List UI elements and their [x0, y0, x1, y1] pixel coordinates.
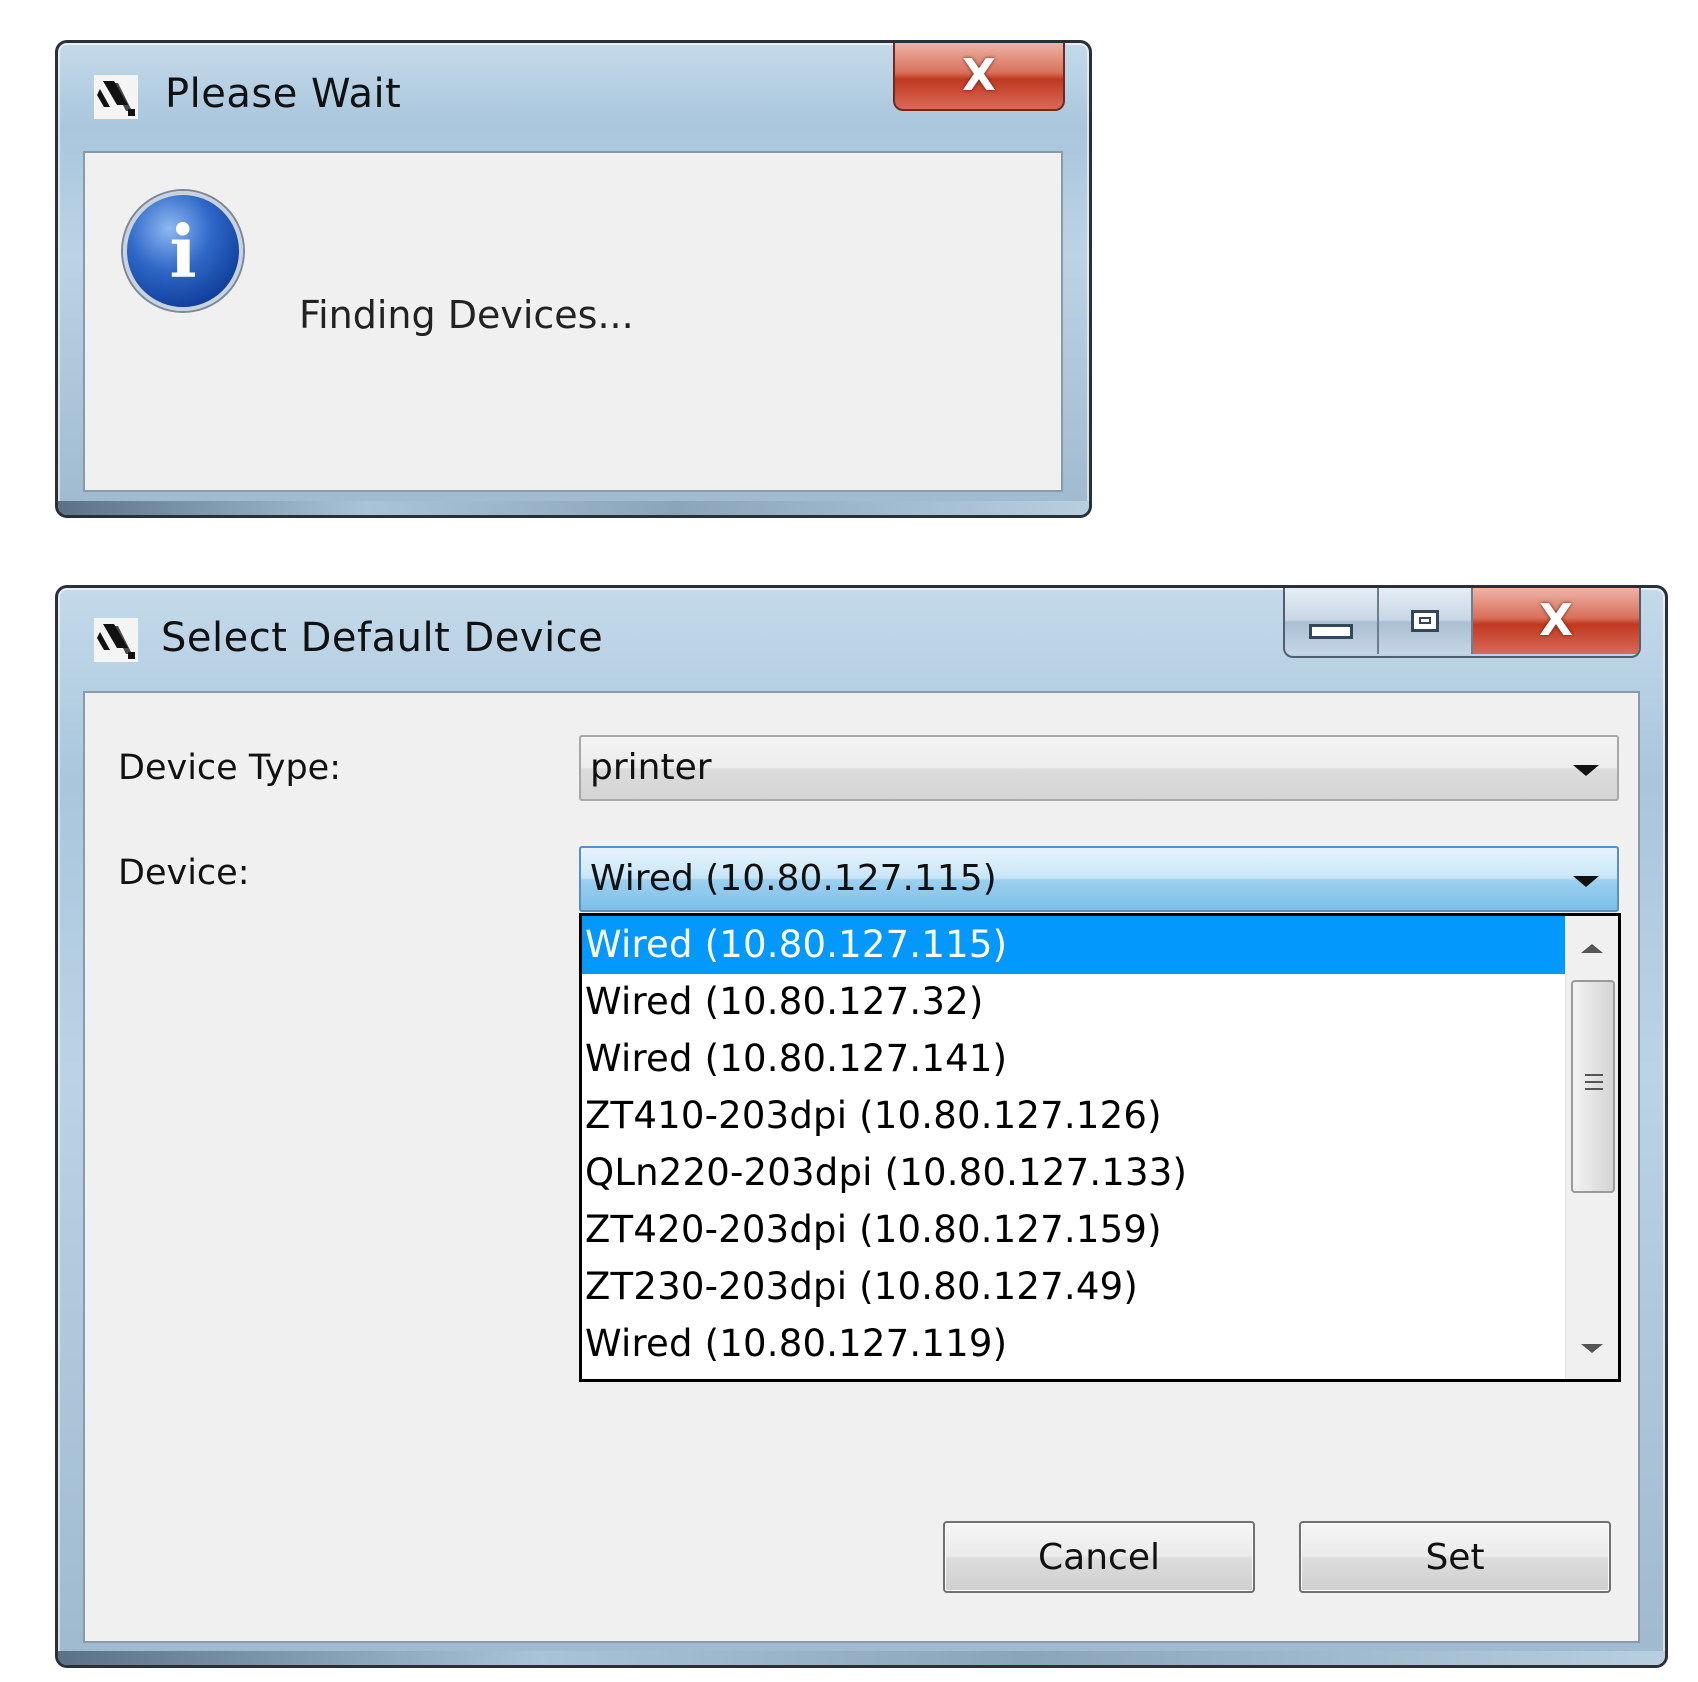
caption-buttons: X	[1283, 588, 1641, 658]
title-bar[interactable]: Please Wait X	[58, 43, 1089, 143]
maximize-icon	[1411, 610, 1439, 632]
device-type-value: printer	[590, 747, 712, 788]
close-button[interactable]: X	[893, 43, 1065, 111]
list-item[interactable]: Wired (10.80.127.32)	[582, 973, 1565, 1031]
device-label: Device:	[118, 853, 250, 893]
set-button[interactable]: Set	[1299, 1521, 1611, 1593]
chevron-down-icon[interactable]	[1573, 876, 1599, 887]
info-icon: i	[123, 191, 243, 311]
vertical-scrollbar[interactable]	[1565, 916, 1618, 1379]
select-default-device-dialog: Select Default Device X Device Type: pri…	[55, 585, 1668, 1668]
cancel-button[interactable]: Cancel	[943, 1521, 1255, 1593]
device-type-label: Device Type:	[118, 748, 342, 788]
grip-icon	[1585, 1074, 1603, 1095]
list-item[interactable]: ZT230-203dpi (10.80.127.49)	[582, 1258, 1565, 1316]
list-item[interactable]: QLn220-203dpi (10.80.127.133)	[582, 1144, 1565, 1202]
title-bar[interactable]: Select Default Device X	[58, 588, 1665, 688]
device-type-select[interactable]: printer	[579, 735, 1619, 801]
list-item[interactable]: ZT410-203dpi (10.80.127.126)	[582, 1087, 1565, 1145]
dialog-body: Device Type: printer Device: Wired (10.8…	[83, 691, 1640, 1643]
list-item[interactable]: Wired (10.80.127.115)	[582, 916, 1565, 974]
scroll-down-icon[interactable]	[1581, 1344, 1603, 1353]
scroll-thumb[interactable]	[1571, 980, 1615, 1193]
scroll-up-icon[interactable]	[1581, 944, 1603, 953]
minimize-icon	[1309, 623, 1353, 639]
list-item[interactable]: ZT420-203dpi (10.80.127.159)	[582, 1201, 1565, 1259]
device-select[interactable]: Wired (10.80.127.115)	[579, 846, 1619, 912]
app-icon	[94, 75, 138, 123]
list-item[interactable]: Wired (10.80.127.119)	[582, 1315, 1565, 1373]
close-icon: X	[1539, 595, 1573, 646]
list-item[interactable]: Wired (10.80.127.141)	[582, 1030, 1565, 1088]
device-value: Wired (10.80.127.115)	[590, 858, 997, 899]
please-wait-dialog: Please Wait X i Finding Devices...	[55, 40, 1092, 518]
maximize-button[interactable]	[1379, 588, 1473, 654]
device-dropdown-list[interactable]: Wired (10.80.127.115) Wired (10.80.127.3…	[579, 913, 1621, 1382]
chevron-down-icon[interactable]	[1573, 765, 1599, 776]
close-button[interactable]: X	[1473, 588, 1639, 654]
minimize-button[interactable]	[1285, 588, 1379, 654]
app-icon	[94, 618, 138, 666]
dialog-body: i Finding Devices...	[83, 151, 1063, 492]
dialog-title: Please Wait	[165, 71, 402, 117]
close-icon: X	[962, 50, 996, 101]
dialog-title: Select Default Device	[161, 615, 604, 661]
status-message: Finding Devices...	[299, 293, 634, 337]
